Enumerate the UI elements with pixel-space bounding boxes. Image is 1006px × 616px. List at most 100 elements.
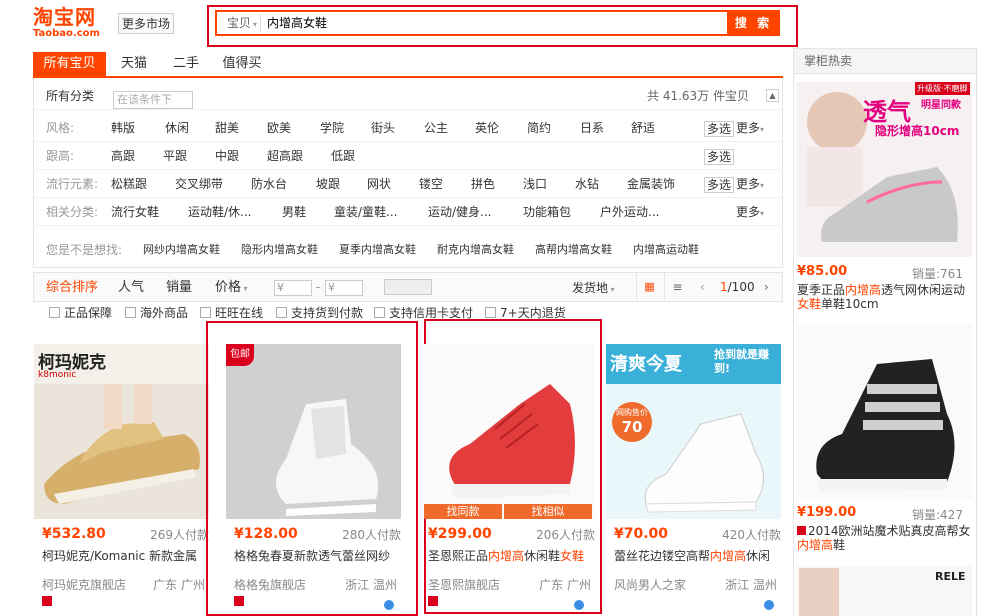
- filter-option[interactable]: 甜美: [215, 114, 239, 142]
- filter-option[interactable]: 简约: [527, 114, 551, 142]
- filter-option[interactable]: 金属装饰: [627, 170, 675, 198]
- filter-option[interactable]: 日系: [580, 114, 604, 142]
- filter-option[interactable]: 运动/健身...: [428, 198, 492, 226]
- filter-option[interactable]: 英伦: [475, 114, 499, 142]
- more-button[interactable]: 更多▾: [736, 170, 764, 200]
- sort-default[interactable]: 综合排序: [46, 273, 98, 303]
- product-price: ¥532.80: [42, 526, 106, 542]
- wangwang-icon[interactable]: [574, 600, 584, 610]
- product-card[interactable]: 柯玛妮克 k8monic ¥532.80 269人付款 柯玛妮克/Komanic…: [34, 344, 209, 616]
- prev-page-icon[interactable]: ‹: [700, 273, 705, 301]
- collapse-icon[interactable]: ▲: [766, 89, 779, 102]
- multi-select-button[interactable]: 多选: [704, 121, 735, 137]
- tab-all-items[interactable]: 所有宝贝: [33, 52, 106, 76]
- filter-option[interactable]: 浅口: [523, 170, 547, 198]
- find-similar-button[interactable]: 找相似: [504, 504, 592, 519]
- filter-option[interactable]: 男鞋: [282, 198, 306, 226]
- product-image[interactable]: 清爽今夏 抢到就是赚到! 网购售价 70: [606, 344, 781, 519]
- filter-option[interactable]: 运动鞋/休...: [188, 198, 252, 226]
- filter-option[interactable]: 交叉绑带: [175, 170, 223, 198]
- search-scope-select[interactable]: 宝贝 ▾: [219, 14, 261, 32]
- filter-option[interactable]: 休闲: [165, 114, 189, 142]
- filter-option[interactable]: 超高跟: [267, 142, 303, 170]
- tab-tmall[interactable]: 天猫: [110, 52, 158, 76]
- filter-option[interactable]: 水钻: [575, 170, 599, 198]
- sidebar-product-image[interactable]: 升级版·不磨脚 透气 明星同款 隐形增高10cm: [797, 82, 972, 257]
- checkbox-online[interactable]: 旺旺在线: [200, 306, 263, 320]
- checkbox-credit-card[interactable]: 支持信用卡支付: [374, 306, 473, 320]
- filter-option[interactable]: 舒适: [631, 114, 655, 142]
- ad-subtitle-2: 隐形增高10cm: [875, 124, 960, 138]
- sort-popularity[interactable]: 人气: [118, 273, 144, 303]
- product-image[interactable]: 柯玛妮克 k8monic: [34, 344, 209, 519]
- shop-name[interactable]: 格格兔旗舰店: [234, 576, 306, 593]
- product-image[interactable]: 包邮: [226, 344, 401, 519]
- filter-option[interactable]: 坡跟: [316, 170, 340, 198]
- filter-option[interactable]: 街头: [371, 114, 395, 142]
- filter-option[interactable]: 流行女鞋: [111, 198, 159, 226]
- filter-option[interactable]: 拼色: [471, 170, 495, 198]
- filter-option[interactable]: 学院: [320, 114, 344, 142]
- checkbox-overseas[interactable]: 海外商品: [125, 306, 188, 320]
- category-filter-input[interactable]: 在该条件下: [113, 91, 193, 109]
- search-input[interactable]: 内增高女鞋: [267, 14, 327, 32]
- product-price: ¥299.00: [428, 526, 492, 542]
- shop-name[interactable]: 圣恩熙旗舰店: [428, 576, 500, 593]
- filter-option[interactable]: 公主: [424, 114, 448, 142]
- filter-option[interactable]: 低跟: [331, 142, 355, 170]
- search-button[interactable]: 搜 索: [727, 10, 780, 36]
- product-card[interactable]: 找同款 找相似 ¥299.00 206人付款 圣恩熙正品内增高休闲鞋女鞋 圣恩熙…: [420, 344, 595, 616]
- suggest-link[interactable]: 夏季内增高女鞋: [339, 236, 416, 264]
- filter-option[interactable]: 中跟: [215, 142, 239, 170]
- filter-option[interactable]: 户外运动...: [600, 198, 659, 226]
- sidebar-product-title[interactable]: 夏季正品内增高透气网休闲运动女鞋单鞋10cm: [797, 283, 972, 311]
- product-card[interactable]: 包邮 ¥128.00 280人付款 格格兔春夏新款透气蕾丝网纱 格格兔旗舰店 浙…: [226, 344, 401, 616]
- filter-option[interactable]: 松糕跟: [111, 170, 147, 198]
- sort-price[interactable]: 价格 ▾: [215, 273, 248, 304]
- filter-option[interactable]: 韩版: [111, 114, 135, 142]
- product-card[interactable]: 清爽今夏 抢到就是赚到! 网购售价 70 ¥70.00 420人付款 蕾丝花边镂…: [606, 344, 781, 616]
- wangwang-icon[interactable]: [384, 600, 394, 610]
- grid-view-icon[interactable]: ▦: [636, 273, 662, 301]
- filter-option[interactable]: 童装/童鞋...: [334, 198, 398, 226]
- ship-from-select[interactable]: 发货地 ▾: [572, 273, 615, 305]
- next-page-icon[interactable]: ›: [764, 273, 769, 301]
- filter-option[interactable]: 防水台: [251, 170, 287, 198]
- tab-worth-buying[interactable]: 值得买: [214, 52, 270, 76]
- suggest-link[interactable]: 高帮内增高女鞋: [535, 236, 612, 264]
- sidebar-product-title[interactable]: 2014欧洲站魔术贴真皮高帮女内增高鞋: [797, 524, 972, 552]
- more-market-button[interactable]: 更多市场: [118, 13, 175, 34]
- filter-option[interactable]: 高跟: [111, 142, 135, 170]
- filter-option[interactable]: 欧美: [267, 114, 291, 142]
- list-view-icon[interactable]: ≡: [664, 273, 690, 301]
- find-same-button[interactable]: 找同款: [424, 504, 502, 519]
- shop-name[interactable]: 风尚男人之家: [614, 576, 686, 593]
- checkbox-genuine[interactable]: 正品保障: [49, 306, 112, 320]
- more-button[interactable]: 更多▾: [736, 114, 764, 144]
- search-box[interactable]: 宝贝 ▾ 内增高女鞋: [215, 10, 780, 36]
- wangwang-icon[interactable]: [764, 600, 774, 610]
- suggest-link[interactable]: 隐形内增高女鞋: [241, 236, 318, 264]
- price-range-slider[interactable]: [384, 279, 432, 295]
- product-image[interactable]: 找同款 找相似: [420, 344, 595, 519]
- shop-name[interactable]: 柯玛妮克旗舰店: [42, 576, 126, 593]
- checkbox-cod[interactable]: 支持货到付款: [276, 306, 363, 320]
- multi-select-button[interactable]: 多选: [704, 149, 735, 165]
- suggest-link[interactable]: 耐克内增高女鞋: [437, 236, 514, 264]
- tab-secondhand[interactable]: 二手: [162, 52, 210, 76]
- taobao-logo[interactable]: 淘宝网 Taobao.com: [33, 6, 113, 40]
- sidebar-product-image[interactable]: [797, 324, 972, 499]
- multi-select-button[interactable]: 多选: [704, 177, 735, 193]
- filter-option[interactable]: 网状: [367, 170, 391, 198]
- sort-sales[interactable]: 销量: [166, 273, 192, 303]
- checkbox-return[interactable]: 7+天内退货: [485, 306, 566, 320]
- sidebar-product-image[interactable]: RELE: [797, 566, 972, 616]
- more-button[interactable]: 更多▾: [736, 198, 764, 228]
- suggest-link[interactable]: 网纱内增高女鞋: [143, 236, 220, 264]
- suggest-link[interactable]: 内增高运动鞋: [633, 236, 699, 264]
- price-from-input[interactable]: ¥: [274, 280, 312, 296]
- filter-option[interactable]: 镂空: [419, 170, 443, 198]
- filter-option[interactable]: 功能箱包: [523, 198, 571, 226]
- filter-option[interactable]: 平跟: [163, 142, 187, 170]
- price-to-input[interactable]: ¥: [325, 280, 363, 296]
